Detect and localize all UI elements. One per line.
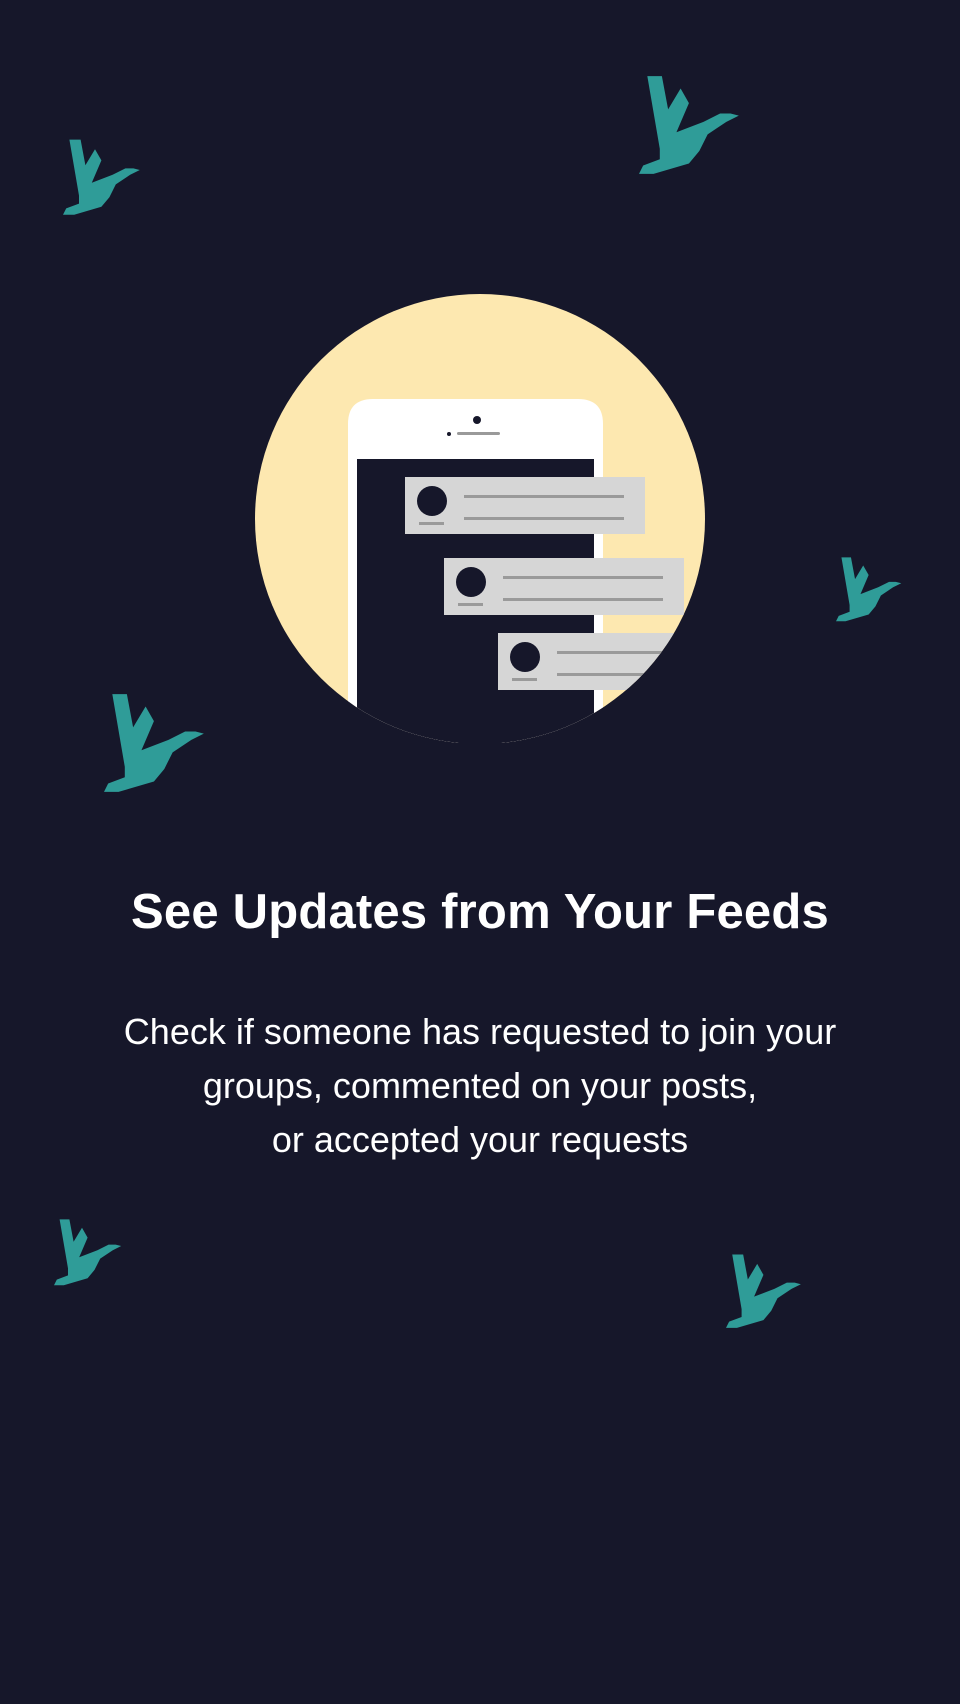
feed-illustration	[255, 294, 705, 743]
page-description: Check if someone has requested to join y…	[100, 1005, 860, 1167]
onboarding-screen: See Updates from Your Feeds Check if som…	[0, 0, 960, 1704]
flying-bird-icon	[836, 557, 902, 622]
flying-bird-icon	[726, 1254, 801, 1328]
description-line: groups, commented on your posts,	[202, 1065, 758, 1106]
notification-card-icon	[405, 477, 645, 534]
flying-bird-icon	[104, 694, 204, 792]
description-line: Check if someone has requested to join y…	[123, 1011, 837, 1052]
flying-bird-icon	[54, 1219, 122, 1286]
notification-card-icon	[444, 558, 684, 615]
page-title: See Updates from Your Feeds	[131, 885, 829, 939]
notification-card-icon	[498, 633, 705, 690]
flying-bird-icon	[63, 139, 140, 215]
description-line: or accepted your requests	[271, 1119, 689, 1160]
flying-bird-icon	[639, 76, 739, 174]
